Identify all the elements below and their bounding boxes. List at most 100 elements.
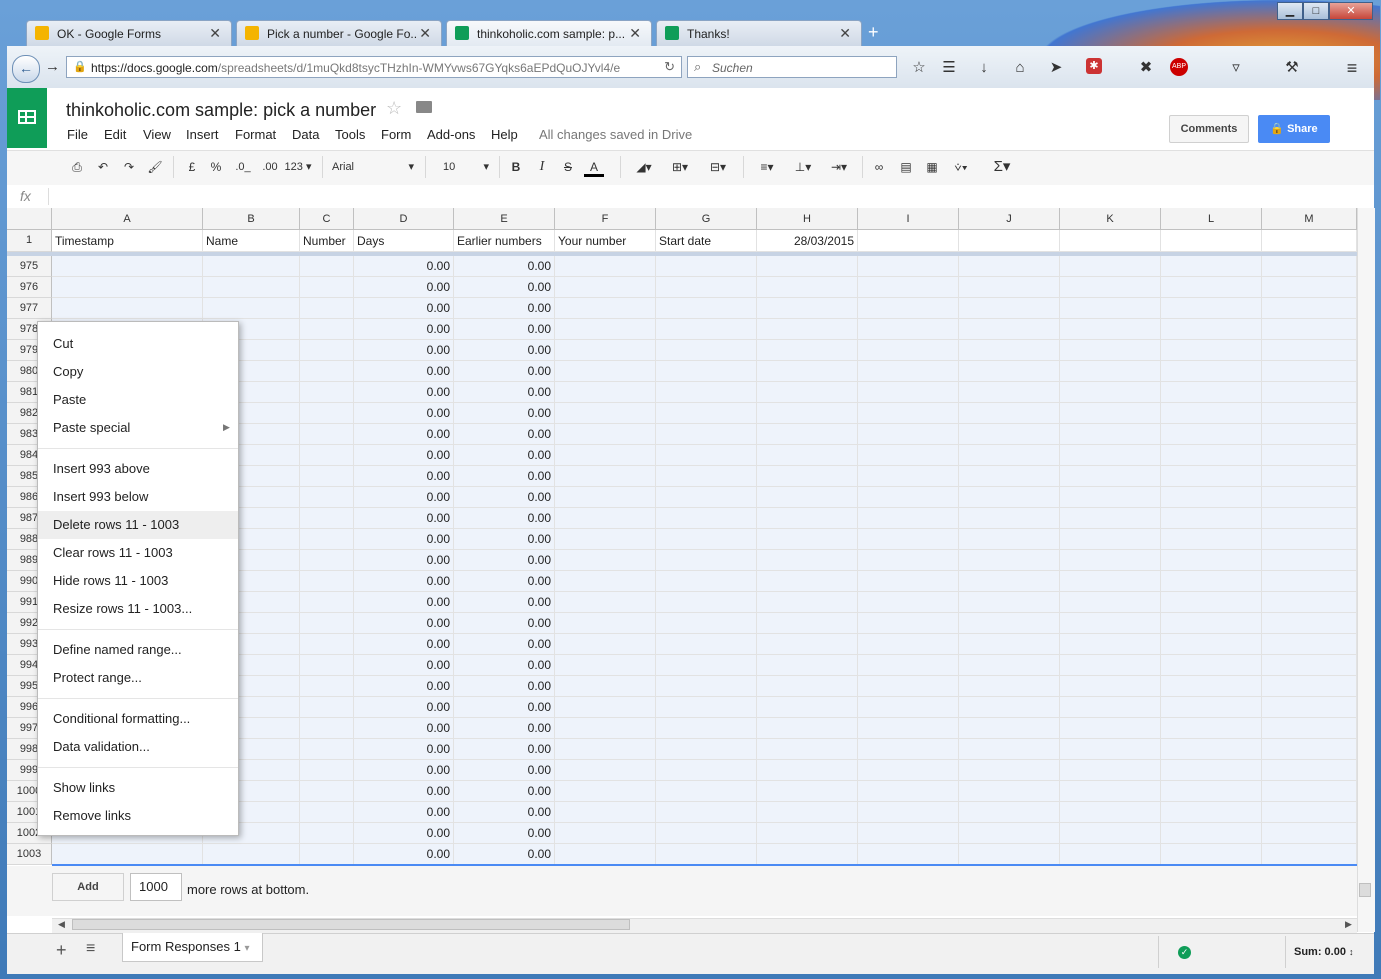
header-cell[interactable]: Name <box>203 230 300 252</box>
table-cell[interactable] <box>1161 760 1262 781</box>
menu-form[interactable]: Form <box>381 127 411 142</box>
table-cell[interactable] <box>1262 739 1357 760</box>
header-cell[interactable]: Start date <box>656 230 757 252</box>
table-cell[interactable]: 0.00 <box>454 550 555 571</box>
table-cell[interactable]: 0.00 <box>354 340 454 361</box>
table-cell[interactable] <box>959 361 1060 382</box>
table-cell[interactable] <box>1161 298 1262 319</box>
table-cell[interactable]: 0.00 <box>354 382 454 403</box>
table-cell[interactable]: 0.00 <box>354 655 454 676</box>
table-cell[interactable]: 0.00 <box>454 277 555 298</box>
align-horizontal-icon[interactable]: ≡▾ <box>752 158 782 176</box>
table-cell[interactable] <box>858 529 959 550</box>
table-cell[interactable] <box>555 487 656 508</box>
table-cell[interactable] <box>1262 802 1357 823</box>
table-cell[interactable] <box>656 571 757 592</box>
downloads-icon[interactable]: ↓ <box>974 58 994 78</box>
table-cell[interactable] <box>959 340 1060 361</box>
table-cell[interactable] <box>656 508 757 529</box>
table-cell[interactable] <box>555 739 656 760</box>
vertical-scroll-thumb[interactable] <box>1359 883 1371 897</box>
add-rows-button[interactable]: Add <box>52 873 124 901</box>
table-cell[interactable] <box>1262 256 1357 277</box>
header-cell[interactable] <box>1262 230 1357 252</box>
table-cell[interactable] <box>300 844 354 865</box>
table-cell[interactable] <box>300 718 354 739</box>
table-cell[interactable] <box>757 697 858 718</box>
column-header-j[interactable]: J <box>959 208 1060 230</box>
folder-icon[interactable] <box>416 101 432 113</box>
header-cell[interactable] <box>959 230 1060 252</box>
context-menu-item[interactable]: Remove links <box>53 808 131 823</box>
align-vertical-icon[interactable]: ⊥▾ <box>788 158 818 176</box>
table-cell[interactable] <box>555 319 656 340</box>
table-cell[interactable] <box>959 592 1060 613</box>
table-cell[interactable] <box>1262 634 1357 655</box>
table-cell[interactable] <box>1262 676 1357 697</box>
table-cell[interactable]: 0.00 <box>454 697 555 718</box>
context-menu-item[interactable]: Copy <box>53 364 83 379</box>
header-cell[interactable] <box>1060 230 1161 252</box>
table-cell[interactable] <box>1262 613 1357 634</box>
table-cell[interactable] <box>300 298 354 319</box>
close-icon[interactable]: ✕ <box>629 25 641 42</box>
table-cell[interactable] <box>203 256 300 277</box>
table-cell[interactable] <box>757 739 858 760</box>
table-cell[interactable] <box>1060 466 1161 487</box>
table-cell[interactable] <box>1060 508 1161 529</box>
table-cell[interactable]: 0.00 <box>454 739 555 760</box>
table-cell[interactable]: 0.00 <box>354 781 454 802</box>
table-cell[interactable] <box>1161 277 1262 298</box>
table-cell[interactable] <box>1161 466 1262 487</box>
table-cell[interactable] <box>656 550 757 571</box>
table-cell[interactable] <box>959 487 1060 508</box>
fill-color-icon[interactable]: ◢▾ <box>630 158 658 176</box>
table-cell[interactable] <box>555 340 656 361</box>
table-cell[interactable] <box>858 361 959 382</box>
header-cell[interactable]: Your number <box>555 230 656 252</box>
table-cell[interactable]: 0.00 <box>454 760 555 781</box>
table-cell[interactable] <box>858 676 959 697</box>
table-cell[interactable]: 0.00 <box>354 613 454 634</box>
table-cell[interactable]: 0.00 <box>354 676 454 697</box>
table-cell[interactable] <box>300 361 354 382</box>
table-cell[interactable] <box>959 823 1060 844</box>
table-cell[interactable]: 0.00 <box>354 634 454 655</box>
redo-icon[interactable]: ↷ <box>120 158 138 176</box>
header-cell[interactable]: Timestamp <box>52 230 203 252</box>
table-cell[interactable] <box>1060 823 1161 844</box>
table-cell[interactable] <box>757 319 858 340</box>
table-cell[interactable] <box>656 676 757 697</box>
send-icon[interactable]: ➤ <box>1046 58 1066 78</box>
sheets-logo-icon[interactable] <box>7 88 47 148</box>
table-cell[interactable] <box>1161 403 1262 424</box>
table-cell[interactable] <box>1161 361 1262 382</box>
hamburger-menu-icon[interactable]: ≡ <box>1342 58 1362 78</box>
table-cell[interactable] <box>1262 277 1357 298</box>
table-cell[interactable] <box>757 487 858 508</box>
table-cell[interactable] <box>757 277 858 298</box>
table-cell[interactable] <box>1060 718 1161 739</box>
table-cell[interactable] <box>1262 340 1357 361</box>
borders-icon[interactable]: ⊞▾ <box>666 158 694 176</box>
table-cell[interactable] <box>656 403 757 424</box>
context-menu-item[interactable]: Insert 993 above <box>53 461 150 476</box>
table-cell[interactable] <box>858 844 959 865</box>
table-cell[interactable] <box>757 361 858 382</box>
scroll-right-icon[interactable]: ▶ <box>1345 919 1352 930</box>
table-cell[interactable] <box>52 256 203 277</box>
table-cell[interactable] <box>1262 718 1357 739</box>
table-cell[interactable] <box>757 298 858 319</box>
strikethrough-button[interactable]: S <box>560 158 576 176</box>
table-cell[interactable] <box>300 613 354 634</box>
table-cell[interactable] <box>1060 592 1161 613</box>
column-header-e[interactable]: E <box>454 208 555 230</box>
chart-icon[interactable]: ▦ <box>923 158 941 176</box>
table-cell[interactable] <box>1060 487 1161 508</box>
table-cell[interactable] <box>1060 319 1161 340</box>
new-tab-button[interactable]: + <box>868 22 879 43</box>
table-cell[interactable] <box>757 445 858 466</box>
table-cell[interactable] <box>1161 256 1262 277</box>
table-cell[interactable] <box>1060 739 1161 760</box>
minimize-button[interactable]: ▁ <box>1277 2 1303 20</box>
